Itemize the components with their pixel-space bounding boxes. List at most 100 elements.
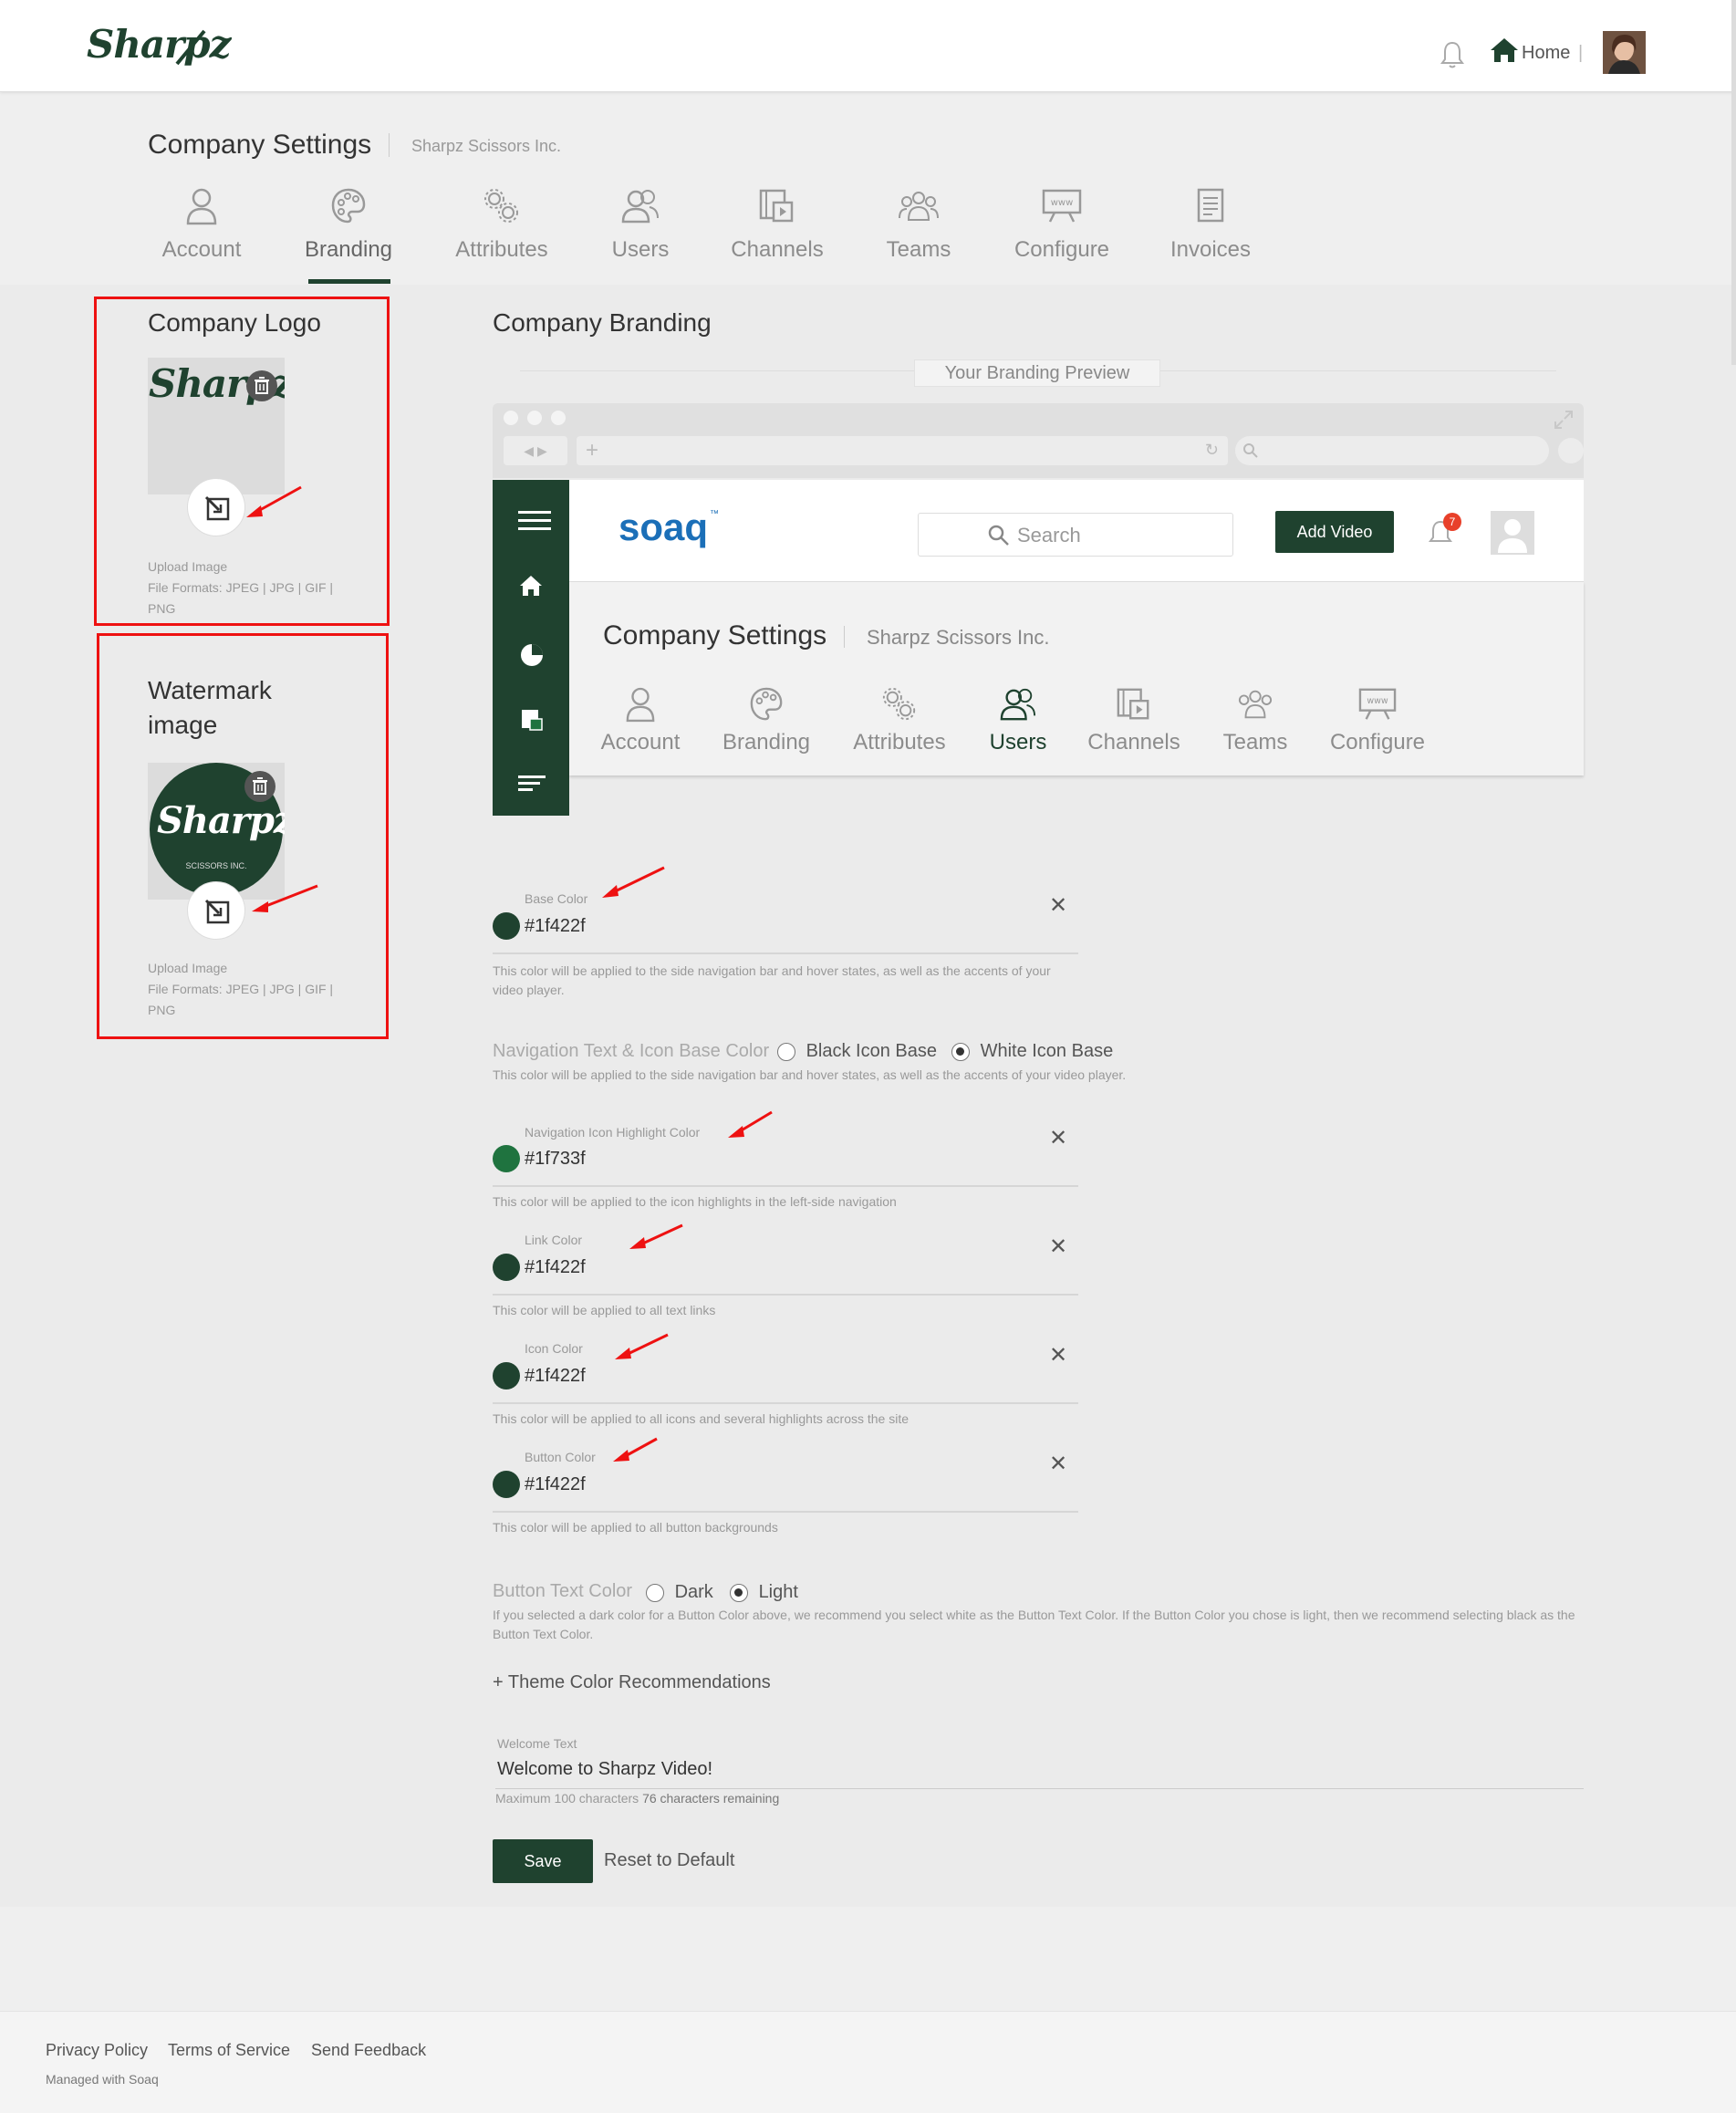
company-logo-delete-button[interactable]: [246, 370, 277, 401]
preview-tab-teams: Teams: [1201, 686, 1310, 755]
link-color-input[interactable]: #1f422f: [525, 1257, 586, 1278]
icon-color-input[interactable]: #1f422f: [525, 1366, 586, 1387]
configure-icon: www: [1358, 688, 1397, 720]
preview-home-icon: [520, 576, 542, 596]
preview-list-icon: [518, 775, 546, 791]
annotation-arrow-icon: [613, 1437, 658, 1462]
send-feedback-link[interactable]: Send Feedback: [311, 2041, 426, 2060]
nav-text-white-option[interactable]: White Icon Base: [951, 1041, 1113, 1062]
link-color-underline: [493, 1294, 1078, 1296]
radio-black-icon-base[interactable]: [777, 1042, 795, 1061]
window-dot: [527, 411, 542, 425]
tab-label: Channels: [1087, 730, 1180, 755]
channels-icon: [1117, 688, 1149, 720]
icon-color-underline: [493, 1402, 1078, 1404]
svg-text:www: www: [1051, 198, 1074, 208]
privacy-policy-link[interactable]: Privacy Policy: [46, 2041, 148, 2060]
tab-label: Users: [611, 237, 670, 262]
tab-label: Branding: [722, 730, 811, 755]
bell-icon[interactable]: [1440, 40, 1465, 69]
expand-icon: [1554, 411, 1573, 429]
company-logo-upload-label: Upload Image: [148, 559, 228, 574]
tab-attributes[interactable]: Attributes: [429, 187, 575, 265]
terms-of-service-link[interactable]: Terms of Service: [168, 2041, 290, 2060]
tab-label: Teams: [886, 237, 951, 262]
nav-highlight-color-swatch[interactable]: [493, 1145, 520, 1172]
avatar-photo-icon: [1603, 31, 1646, 74]
tab-label: Teams: [1222, 730, 1288, 755]
tab-label: Configure: [1014, 237, 1110, 262]
window-dot: [1558, 438, 1584, 463]
icon-color-label: Icon Color: [525, 1341, 583, 1356]
radio-label: Light: [758, 1582, 798, 1602]
preview-notif-badge: 7: [1443, 513, 1461, 531]
managed-with-text: Managed with Soaq: [46, 2072, 159, 2087]
theme-recommendations-link[interactable]: + Theme Color Recommendations: [493, 1672, 771, 1693]
link-color-clear-button[interactable]: ✕: [1049, 1233, 1067, 1260]
watermark-logo-subtext: SCISSORS INC.: [185, 861, 247, 870]
nav-highlight-color-clear-button[interactable]: ✕: [1049, 1125, 1067, 1151]
reset-to-default-link[interactable]: Reset to Default: [604, 1850, 734, 1871]
tab-branding[interactable]: Branding: [275, 187, 421, 265]
button-color-clear-button[interactable]: ✕: [1049, 1451, 1067, 1477]
active-tab-underline: [308, 279, 390, 284]
scrollbar[interactable]: [1731, 0, 1736, 365]
radio-dark[interactable]: [646, 1583, 664, 1602]
tab-label: Channels: [731, 237, 824, 262]
tab-label: Attributes: [455, 237, 548, 262]
upload-edit-icon: [204, 495, 230, 521]
save-button[interactable]: Save: [493, 1839, 593, 1883]
gears-icon: [882, 687, 916, 721]
button-text-dark-option[interactable]: Dark: [646, 1582, 713, 1603]
preview-title: Company Settings: [603, 620, 827, 651]
base-color-input[interactable]: #1f422f: [525, 916, 586, 937]
user-placeholder-icon: [1498, 519, 1527, 553]
welcome-text-hint: Maximum 100 characters 76 characters rem…: [495, 1791, 779, 1806]
annotation-arrow-icon: [246, 485, 302, 517]
radio-light[interactable]: [730, 1583, 748, 1602]
person-icon: [626, 687, 655, 723]
nav-highlight-color-label: Navigation Icon Highlight Color: [525, 1125, 701, 1140]
tab-teams[interactable]: Teams: [846, 187, 992, 265]
tab-channels[interactable]: Channels: [704, 187, 850, 265]
home-link[interactable]: Home: [1522, 43, 1570, 64]
company-logo-formats: File Formats: JPEG | JPG | GIF | PNG: [148, 580, 334, 616]
icon-color-swatch[interactable]: [493, 1362, 520, 1390]
link-color-swatch[interactable]: [493, 1254, 520, 1281]
watermark-upload-button[interactable]: [187, 881, 245, 940]
base-color-swatch[interactable]: [493, 912, 520, 940]
welcome-text-input[interactable]: Welcome to Sharpz Video!: [497, 1759, 712, 1780]
tab-configure[interactable]: www Configure: [989, 187, 1135, 265]
tab-account[interactable]: Account: [129, 187, 275, 265]
base-color-underline: [493, 952, 1078, 954]
company-logo-upload-button[interactable]: [187, 478, 245, 536]
button-text-label: Button Text Color: [493, 1581, 633, 1601]
nav-highlight-color-underline: [493, 1185, 1078, 1187]
watermark-logo-text: Sharpz: [157, 799, 285, 842]
watermark-delete-button[interactable]: [244, 771, 275, 802]
icon-color-clear-button[interactable]: ✕: [1049, 1342, 1067, 1369]
tab-invoices[interactable]: Invoices: [1138, 187, 1284, 265]
button-text-light-option[interactable]: Light: [730, 1582, 798, 1603]
home-icon[interactable]: [1489, 36, 1520, 64]
nav-text-black-option[interactable]: Black Icon Base: [777, 1041, 937, 1062]
nav-text-description: This color will be applied to the side n…: [493, 1067, 1127, 1082]
annotation-arrow-icon: [615, 1333, 669, 1359]
nav-buttons: ◀ ▶: [504, 436, 567, 465]
base-color-clear-button[interactable]: ✕: [1049, 892, 1067, 919]
page-title: Company Settings: [148, 130, 372, 160]
button-color-input[interactable]: #1f422f: [525, 1474, 586, 1495]
plus-icon: +: [586, 438, 599, 463]
tab-label: Account: [161, 237, 242, 262]
annotation-arrow-icon: [602, 866, 665, 898]
radio-white-icon-base[interactable]: [951, 1042, 970, 1061]
avatar[interactable]: [1603, 31, 1646, 74]
tab-users[interactable]: Users: [567, 187, 713, 265]
preview-title-divider: [844, 626, 845, 648]
invoice-icon: [1197, 188, 1224, 223]
users-icon: [621, 190, 659, 224]
nav-highlight-color-input[interactable]: #1f733f: [525, 1149, 586, 1170]
button-color-swatch[interactable]: [493, 1471, 520, 1498]
preview-tab-users: Users: [963, 686, 1073, 755]
trash-icon: [253, 777, 267, 795]
